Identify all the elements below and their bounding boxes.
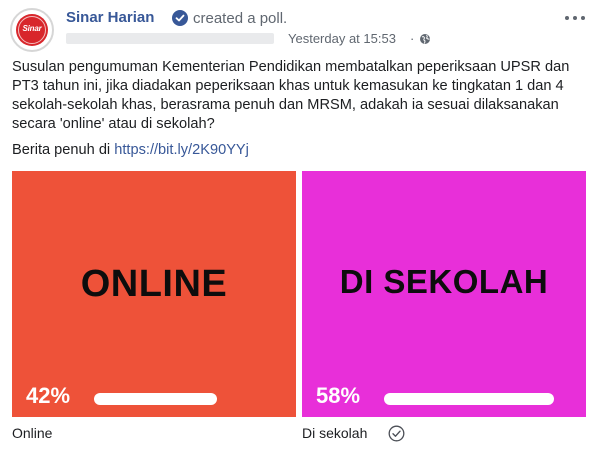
more-options-icon[interactable] <box>565 12 589 24</box>
globe-icon[interactable] <box>419 32 431 50</box>
logo-text: Sinar <box>22 24 42 33</box>
page-name-link[interactable]: Sinar Harian <box>66 9 154 26</box>
post-timestamp[interactable]: Yesterday at 15:53 <box>288 31 396 46</box>
meta-separator: · <box>410 31 415 46</box>
option-caption-online[interactable]: Online <box>12 425 52 441</box>
vote-bar <box>94 393 264 405</box>
verified-badge-icon <box>172 10 188 26</box>
sinar-logo: Sinar <box>16 14 48 46</box>
post-message: Susulan pengumuman Kementerian Pendidika… <box>12 59 570 132</box>
link-prefix: Berita penuh di <box>12 142 111 158</box>
post-link-line: Berita penuh di https://bit.ly/2K90YYj <box>12 142 249 158</box>
vote-bar <box>384 393 554 405</box>
vote-percent: 42% <box>26 383 71 408</box>
vote-bar-fill <box>94 393 218 405</box>
poll-option-online[interactable]: ONLINE 42% <box>12 171 296 417</box>
post-header: Sinar Sinar Harian created a poll. Yeste… <box>0 0 600 56</box>
vote-percent: 58% <box>316 383 361 408</box>
poll-option-di-sekolah[interactable]: DI SEKOLAH 58% <box>302 171 586 417</box>
blurred-author <box>66 33 274 44</box>
page-avatar[interactable]: Sinar <box>10 8 54 52</box>
article-link[interactable]: https://bit.ly/2K90YYj <box>114 142 249 158</box>
option-image-text: DI SEKOLAH <box>339 263 549 300</box>
option-caption-di-sekolah[interactable]: Di sekolah <box>302 425 367 441</box>
vote-bar-fill <box>384 393 554 405</box>
option-image-text: ONLINE <box>80 263 228 305</box>
check-circle-icon <box>388 425 405 447</box>
post-action-text: created a poll. <box>193 10 288 27</box>
